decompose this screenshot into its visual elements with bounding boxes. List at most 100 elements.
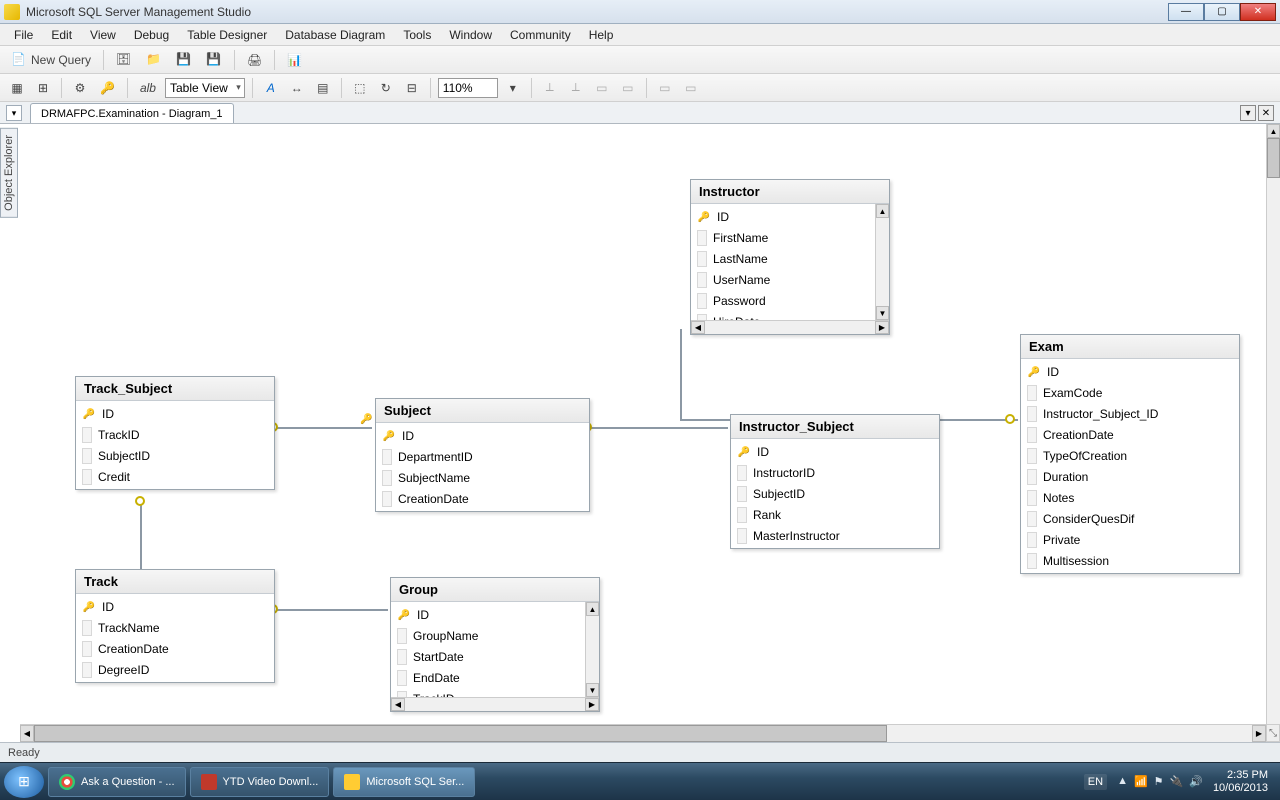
toolbar-print-button[interactable]: 🖨 <box>242 49 267 71</box>
table-row[interactable]: DegreeID <box>76 659 274 680</box>
diagram-addtable-button[interactable]: ⊞ <box>32 77 54 99</box>
new-query-button[interactable]: New Query <box>6 49 96 71</box>
close-button[interactable]: ✕ <box>1240 3 1276 21</box>
table-row[interactable]: Notes <box>1021 487 1239 508</box>
table-exam[interactable]: Exam ID ExamCode Instructor_Subject_ID C… <box>1020 334 1240 574</box>
table-row[interactable]: GroupName <box>391 625 585 646</box>
table-row[interactable]: Private <box>1021 529 1239 550</box>
canvas-hscroll[interactable]: ◀ ▶ <box>20 724 1266 742</box>
table-row[interactable]: SubjectID <box>731 483 939 504</box>
table-group[interactable]: Group ID GroupName StartDate EndDate Tra… <box>390 577 600 712</box>
table-row[interactable]: SubjectName <box>376 467 589 488</box>
diagram-arrange-button[interactable]: ▤ <box>312 77 334 99</box>
table-row[interactable]: Multisession <box>1021 550 1239 571</box>
tray-flag-icon[interactable]: ▲ <box>1117 775 1128 788</box>
canvas-vscroll[interactable]: ▲ <box>1266 124 1280 724</box>
menu-edit[interactable]: Edit <box>43 26 80 44</box>
document-tab[interactable]: DRMAFPC.Examination - Diagram_1 <box>30 103 234 123</box>
scroll-up-icon[interactable]: ▲ <box>1267 124 1280 138</box>
table-row[interactable]: LastName <box>691 248 875 269</box>
zoom-input[interactable]: 110% <box>438 78 498 98</box>
table-row[interactable]: InstructorID <box>731 462 939 483</box>
table-row[interactable]: StartDate <box>391 646 585 667</box>
toolbar-activity-button[interactable]: 📊 <box>282 49 307 71</box>
menu-debug[interactable]: Debug <box>126 26 177 44</box>
table-row[interactable]: ID <box>391 604 585 625</box>
tray-network-icon[interactable]: 📶 <box>1134 775 1148 788</box>
tray-volume-icon[interactable]: 🔊 <box>1189 775 1203 788</box>
diagram-autosize-button[interactable]: ↔ <box>286 77 308 99</box>
taskbar-item-chrome[interactable]: Ask a Question - ... <box>48 767 186 797</box>
inner-hscroll[interactable]: ◀▶ <box>391 697 599 711</box>
table-row[interactable]: SubjectID <box>76 445 274 466</box>
scroll-thumb[interactable] <box>1267 138 1280 178</box>
menu-tools[interactable]: Tools <box>395 26 439 44</box>
menu-database-diagram[interactable]: Database Diagram <box>277 26 393 44</box>
taskbar-item-ytd[interactable]: YTD Video Downl... <box>190 767 330 797</box>
doc-close-button[interactable]: ✕ <box>1258 105 1274 121</box>
diagram-layout-button[interactable]: ⊟ <box>401 77 423 99</box>
diagram-font-button[interactable]: A <box>260 77 282 99</box>
table-row[interactable]: ID <box>76 596 274 617</box>
scroll-thumb[interactable] <box>34 725 887 742</box>
table-row[interactable]: ID <box>691 206 875 227</box>
table-row[interactable]: Duration <box>1021 466 1239 487</box>
menu-view[interactable]: View <box>82 26 124 44</box>
object-explorer-tab[interactable]: Object Explorer <box>0 128 18 218</box>
minimize-button[interactable]: — <box>1168 3 1204 21</box>
diagram-alb-button[interactable]: alb <box>135 77 161 99</box>
resize-grip-icon[interactable]: ⤡ <box>1266 724 1280 742</box>
table-row[interactable]: UserName <box>691 269 875 290</box>
diagram-rel-button-4[interactable]: ▭ <box>617 77 639 99</box>
menu-file[interactable]: File <box>6 26 41 44</box>
diagram-misc-button-2[interactable]: ▭ <box>680 77 702 99</box>
diagram-rel-button-1[interactable]: ⟂ <box>539 77 561 99</box>
zoom-dropdown-button[interactable]: ▾ <box>502 77 524 99</box>
table-row[interactable]: EndDate <box>391 667 585 688</box>
table-row[interactable]: FirstName <box>691 227 875 248</box>
table-row[interactable]: Credit <box>76 466 274 487</box>
table-row[interactable]: Instructor_Subject_ID <box>1021 403 1239 424</box>
table-row[interactable]: DepartmentID <box>376 446 589 467</box>
diagram-rel-button-3[interactable]: ▭ <box>591 77 613 99</box>
diagram-newtable-button[interactable]: ▦ <box>6 77 28 99</box>
table-row[interactable]: ID <box>731 441 939 462</box>
table-row[interactable]: TypeOfCreation <box>1021 445 1239 466</box>
menu-window[interactable]: Window <box>441 26 500 44</box>
table-subject[interactable]: Subject ID DepartmentID SubjectName Crea… <box>375 398 590 512</box>
table-row[interactable]: CreationDate <box>376 488 589 509</box>
toolbar-saveall-button[interactable] <box>201 49 227 71</box>
scroll-left-icon[interactable]: ◀ <box>20 725 34 742</box>
maximize-button[interactable]: ▢ <box>1204 3 1240 21</box>
table-row[interactable]: ConsiderQuesDif <box>1021 508 1239 529</box>
table-instructor[interactable]: Instructor ID FirstName LastName UserNam… <box>690 179 890 335</box>
diagram-misc-button-1[interactable]: ▭ <box>654 77 676 99</box>
tray-action-icon[interactable]: ⚑ <box>1154 775 1164 788</box>
toolbar-db-button[interactable] <box>111 49 137 71</box>
menu-community[interactable]: Community <box>502 26 579 44</box>
table-row[interactable]: ID <box>1021 361 1239 382</box>
inner-hscroll[interactable]: ◀▶ <box>691 320 889 334</box>
table-row[interactable]: MasterInstructor <box>731 525 939 546</box>
table-row[interactable]: ID <box>76 403 274 424</box>
table-track[interactable]: Track ID TrackName CreationDate DegreeID <box>75 569 275 683</box>
table-row[interactable]: CreationDate <box>1021 424 1239 445</box>
diagram-pagebreak-button[interactable]: ⬚ <box>349 77 371 99</box>
taskbar-item-ssms[interactable]: Microsoft SQL Ser... <box>333 767 475 797</box>
table-row[interactable]: Password <box>691 290 875 311</box>
table-track-subject[interactable]: Track_Subject ID TrackID SubjectID Credi… <box>75 376 275 490</box>
tray-power-icon[interactable]: 🔌 <box>1170 775 1184 788</box>
diagram-generate-button[interactable]: ⚙ <box>69 77 91 99</box>
inner-vscroll[interactable]: ▲▼ <box>585 602 599 697</box>
language-indicator[interactable]: EN <box>1084 774 1107 790</box>
taskbar-clock[interactable]: 2:35 PM 10/06/2013 <box>1213 769 1268 793</box>
toolbar-open-button[interactable] <box>141 49 167 71</box>
toolbar-save-button[interactable] <box>171 49 197 71</box>
table-row[interactable]: TrackID <box>76 424 274 445</box>
table-row[interactable]: CreationDate <box>76 638 274 659</box>
table-row[interactable]: TrackName <box>76 617 274 638</box>
table-instructor-subject[interactable]: Instructor_Subject ID InstructorID Subje… <box>730 414 940 549</box>
doc-tabs-dropdown[interactable]: ▾ <box>6 105 22 121</box>
diagram-rel-button-2[interactable]: ⟂ <box>565 77 587 99</box>
menu-table-designer[interactable]: Table Designer <box>179 26 275 44</box>
